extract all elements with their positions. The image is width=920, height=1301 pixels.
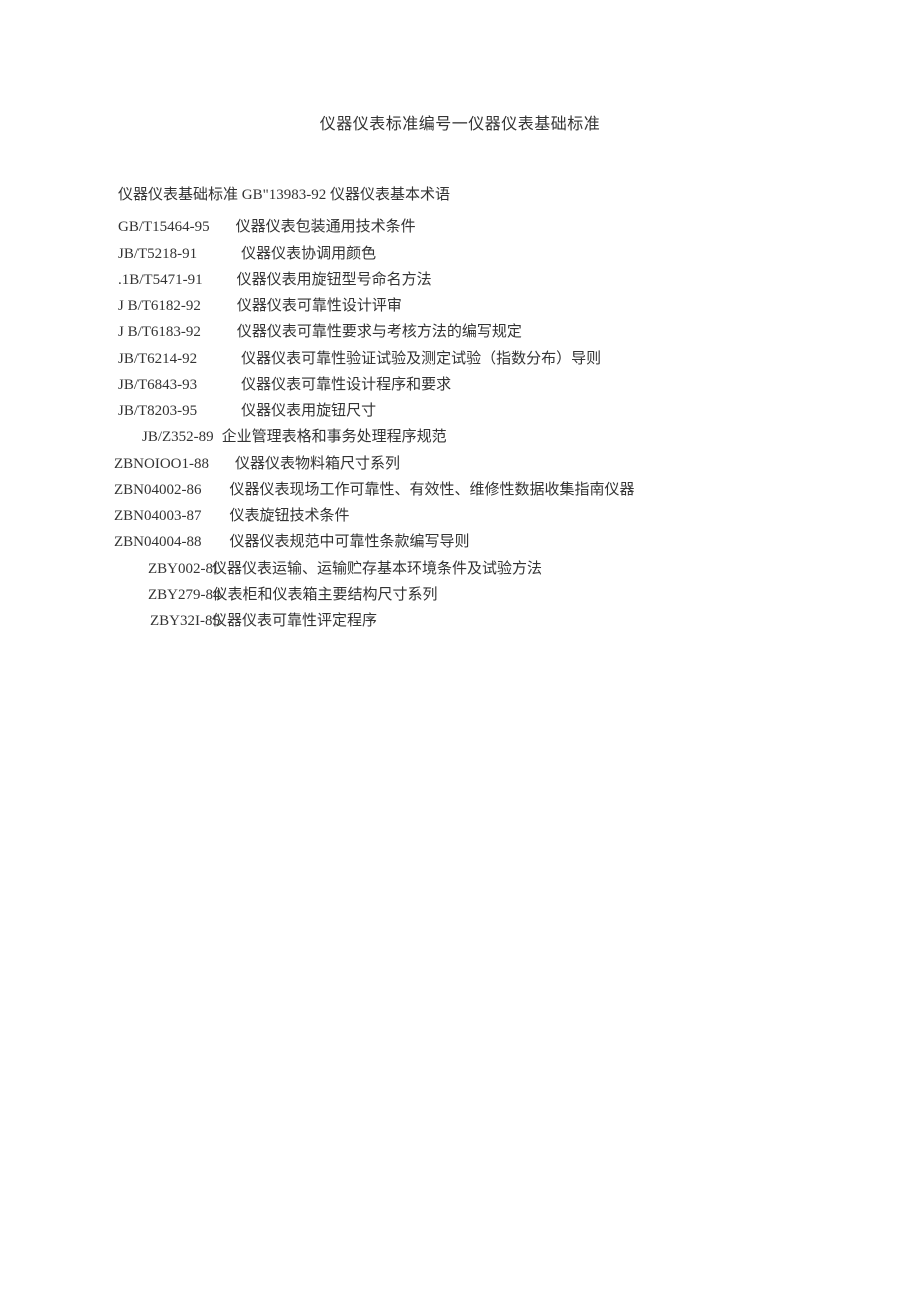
standard-description: 仪器仪表可靠性设计程序和要求 [241,372,451,398]
standard-code: JB/T5218-91 [118,241,197,267]
standard-row: ZBN04002-86仪器仪表现场工作可靠性、有效性、维修性数据收集指南仪器 [118,477,830,503]
standard-code: .1B/T5471-91 [118,267,203,293]
standard-code: JB/Z352-89 [142,424,214,450]
standard-description: 仪器仪表规范中可靠性条款编写导则 [230,529,470,555]
standard-description: 仪器仪表协调用颜色 [241,241,376,267]
standard-code: J B/T6182-92 [118,293,201,319]
standard-code: ZBY002-8I [148,556,218,582]
standard-description: 仪器仪表可靠性验证试验及测定试验（指数分布）导则 [241,346,601,372]
standard-description: 企业管理表格和事务处理程序规范 [222,424,447,450]
standard-row: J B/T6183-92 仪器仪表可靠性要求与考核方法的编写规定 [118,319,830,345]
standard-code: ZBN04003-87 [114,503,202,529]
document-title: 仪器仪表标准编号一仪器仪表基础标准 [90,110,830,134]
standard-row: JB/T8203-95 仪器仪表用旋钮尺寸 [118,398,830,424]
standard-row: J B/T6182-92 仪器仪表可靠性设计评审 [118,293,830,319]
standard-description: 仪器仪表包装通用技术条件 [236,214,416,240]
intro-line: 仪器仪表基础标准 GB"13983-92 仪器仪表基本术语 [118,182,830,208]
standard-row: JB/T6214-92 仪器仪表可靠性验证试验及测定试验（指数分布）导则 [118,346,830,372]
standard-code: JB/T8203-95 [118,398,197,424]
standard-code: ZBN04004-88 [114,529,202,555]
standard-row: ZBY32I-85仪器仪表可靠性评定程序 [118,608,830,634]
standard-description: 仪器仪表运输、运输贮存基本环境条件及试验方法 [212,556,542,582]
standard-code: ZBY279-84 [148,582,221,608]
standard-row: ZBN04003-87仪表旋钮技术条件 [118,503,830,529]
standard-row: ZBY279-84仪表柜和仪表箱主要结构尺寸系列 [118,582,830,608]
standard-row: ZBN04004-88仪器仪表规范中可靠性条款编写导则 [118,529,830,555]
standard-row: ZBNOIOO1-88仪器仪表物料箱尺寸系列 [118,451,830,477]
standards-list: GB/T15464-95 仪器仪表包装通用技术条件 JB/T5218-91 仪器仪表协… [118,214,830,634]
standard-description: 仪器仪表用旋钮尺寸 [241,398,376,424]
standard-code: ZBNOIOO1-88 [114,451,209,477]
standard-description: 仪器仪表可靠性设计评审 [237,293,402,319]
standard-code: ZBN04002-86 [114,477,202,503]
document-page: 仪器仪表标准编号一仪器仪表基础标准 仪器仪表基础标准 GB"13983-92 仪… [0,0,920,694]
standard-description: 仪器仪表可靠性要求与考核方法的编写规定 [237,319,522,345]
standard-row: JB/T5218-91 仪器仪表协调用颜色 [118,241,830,267]
standard-row: JB/Z352-89 企业管理表格和事务处理程序规范 [118,424,830,450]
standard-row: .1B/T5471-91 仪器仪表用旋钮型号命名方法 [118,267,830,293]
standard-description: 仪表柜和仪表箱主要结构尺寸系列 [213,582,438,608]
standard-description: 仪器仪表可靠性评定程序 [212,608,377,634]
standard-code: ZBY32I-85 [150,608,220,634]
standard-description: 仪表旋钮技术条件 [230,503,350,529]
standard-row: GB/T15464-95 仪器仪表包装通用技术条件 [118,214,830,240]
standard-description: 仪器仪表现场工作可靠性、有效性、维修性数据收集指南仪器 [230,477,635,503]
standard-code: JB/T6843-93 [118,372,197,398]
standard-code: GB/T15464-95 [118,214,210,240]
standard-row: JB/T6843-93 仪器仪表可靠性设计程序和要求 [118,372,830,398]
standard-code: J B/T6183-92 [118,319,201,345]
standard-description: 仪器仪表用旋钮型号命名方法 [237,267,432,293]
standard-description: 仪器仪表物料箱尺寸系列 [235,451,400,477]
standard-code: JB/T6214-92 [118,346,197,372]
standard-row: ZBY002-8I仪器仪表运输、运输贮存基本环境条件及试验方法 [118,556,830,582]
